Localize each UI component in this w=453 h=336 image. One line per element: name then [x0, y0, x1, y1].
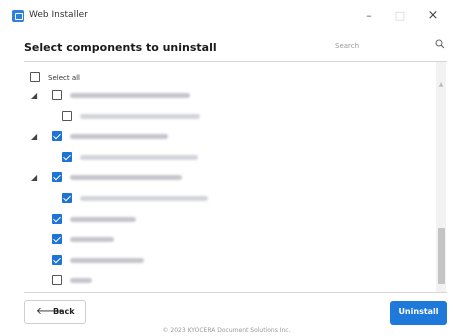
- maximize-button[interactable]: □: [385, 6, 415, 26]
- component-checkbox[interactable]: [62, 193, 72, 203]
- scroll-thumb[interactable]: [438, 228, 445, 284]
- component-checkbox[interactable]: [52, 131, 62, 142]
- component-checkbox[interactable]: [52, 254, 62, 265]
- list-item[interactable]: ◢: [24, 129, 434, 145]
- expand-arrow-icon[interactable]: ◢: [31, 91, 39, 101]
- component-checkbox[interactable]: [62, 110, 72, 121]
- redacted-component-name: [70, 237, 114, 243]
- uninstall-button[interactable]: Uninstall: [390, 301, 447, 325]
- redacted-component-name: [70, 257, 144, 263]
- redacted-component-name: [70, 216, 136, 222]
- list-item[interactable]: [24, 109, 434, 125]
- list-item[interactable]: [24, 253, 434, 269]
- expand-arrow-icon[interactable]: ◢: [31, 132, 39, 142]
- component-list: Select all ◢ ◢ ◢: [24, 61, 447, 293]
- component-checkbox[interactable]: [62, 151, 72, 162]
- search-icon[interactable]: [435, 39, 445, 49]
- select-all-label: Select all: [48, 74, 80, 82]
- back-button-label: Back: [53, 307, 75, 316]
- window-title: Web Installer: [29, 10, 88, 20]
- minimize-button[interactable]: –: [354, 6, 384, 26]
- list-item[interactable]: ◢: [24, 170, 434, 186]
- redacted-component-name: [80, 113, 200, 119]
- list-item[interactable]: [24, 212, 434, 228]
- list-item[interactable]: [24, 232, 434, 248]
- expand-arrow-icon[interactable]: ◢: [31, 173, 39, 183]
- page-title: Select components to uninstall: [24, 41, 217, 54]
- close-button[interactable]: ×: [418, 6, 448, 26]
- redacted-component-name: [70, 175, 182, 181]
- redacted-component-name: [70, 278, 92, 284]
- redacted-component-name: [70, 134, 168, 140]
- list-scrollbar[interactable]: ▲: [436, 62, 446, 292]
- list-item[interactable]: [24, 150, 434, 166]
- back-button[interactable]: 🡐 Back: [24, 300, 86, 324]
- search-input[interactable]: [333, 36, 445, 56]
- app-icon: [12, 10, 24, 22]
- title-bar: Web Installer – □ ×: [0, 0, 453, 33]
- uninstall-button-label: Uninstall: [398, 307, 439, 316]
- search-box: [333, 36, 445, 56]
- component-checkbox[interactable]: [52, 275, 62, 286]
- redacted-component-name: [80, 154, 198, 160]
- component-checkbox[interactable]: [52, 234, 62, 245]
- list-item[interactable]: [24, 273, 434, 289]
- select-all-row[interactable]: Select all: [24, 70, 434, 86]
- scroll-up-icon[interactable]: ▲: [438, 82, 444, 88]
- component-checkbox[interactable]: [52, 172, 62, 183]
- redacted-component-name: [70, 93, 190, 98]
- select-all-checkbox[interactable]: [30, 72, 40, 82]
- component-checkbox[interactable]: [52, 213, 62, 224]
- copyright-footer: © 2023 KYOCERA Document Solutions Inc.: [162, 327, 291, 334]
- redacted-component-name: [80, 196, 208, 201]
- list-item[interactable]: ◢: [24, 88, 434, 104]
- component-checkbox[interactable]: [52, 90, 62, 100]
- list-item[interactable]: [24, 191, 434, 207]
